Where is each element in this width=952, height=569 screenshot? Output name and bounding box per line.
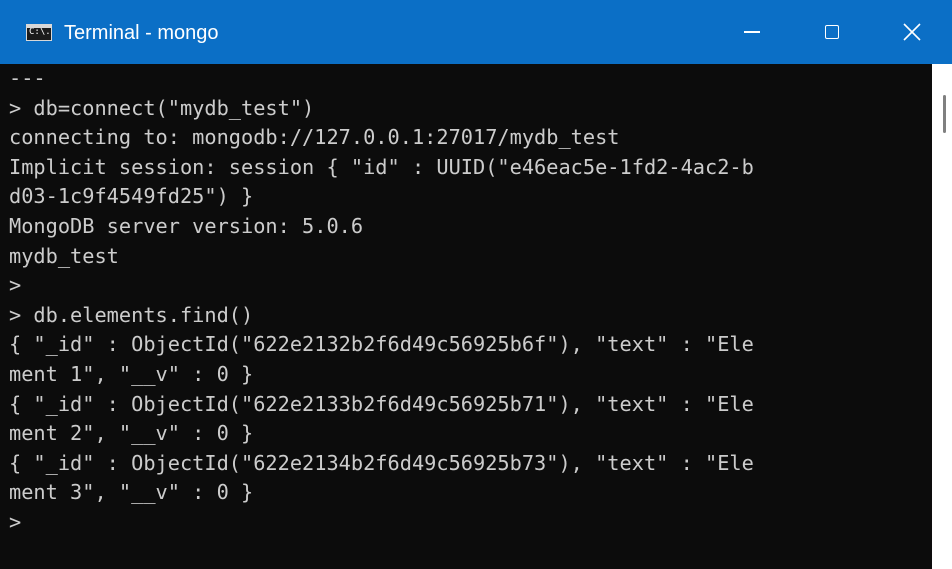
vertical-scrollbar[interactable]: [932, 64, 952, 569]
terminal-line: { "_id" : ObjectId("622e2134b2f6d49c5692…: [9, 450, 754, 475]
prompt-symbol: >: [9, 509, 22, 534]
terminal-line: > db=connect("mydb_test"): [9, 95, 315, 120]
terminal-window: C:\. Terminal - mongo --- > db=connect("…: [0, 0, 952, 569]
terminal-app-icon-text: C:\.: [29, 27, 51, 37]
maximize-button[interactable]: [792, 0, 872, 64]
terminal-app-icon: C:\.: [26, 24, 52, 41]
terminal-line: mydb_test: [9, 243, 119, 268]
scrollbar-thumb[interactable]: [943, 95, 946, 133]
terminal-line: { "_id" : ObjectId("622e2133b2f6d49c5692…: [9, 391, 754, 416]
terminal-line: ment 2", "__v" : 0 }: [9, 421, 254, 446]
close-icon: [903, 23, 921, 41]
terminal-line: MongoDB server version: 5.0.6: [9, 213, 364, 238]
window-title: Terminal - mongo: [64, 22, 219, 44]
terminal-prompt-line[interactable]: >: [0, 508, 932, 538]
terminal-line: ---: [9, 66, 46, 90]
minimize-button[interactable]: [712, 0, 792, 64]
terminal-line: > db.elements.find(): [9, 302, 254, 327]
terminal-line: ment 1", "__v" : 0 }: [9, 361, 254, 386]
terminal-output[interactable]: --- > db=connect("mydb_test") connecting…: [0, 64, 932, 569]
minimize-icon: [744, 31, 760, 33]
title-bar[interactable]: C:\. Terminal - mongo: [0, 0, 952, 64]
terminal-line: connecting to: mongodb://127.0.0.1:27017…: [9, 125, 620, 150]
terminal-line: ment 3", "__v" : 0 }: [9, 480, 254, 505]
terminal-line: Implicit session: session { "id" : UUID(…: [9, 154, 754, 179]
maximize-icon: [825, 25, 839, 39]
close-button[interactable]: [872, 0, 952, 64]
terminal-line: d03-1c9f4549fd25") }: [9, 184, 254, 209]
terminal-line: { "_id" : ObjectId("622e2132b2f6d49c5692…: [9, 332, 754, 357]
terminal-line: >: [9, 273, 22, 298]
